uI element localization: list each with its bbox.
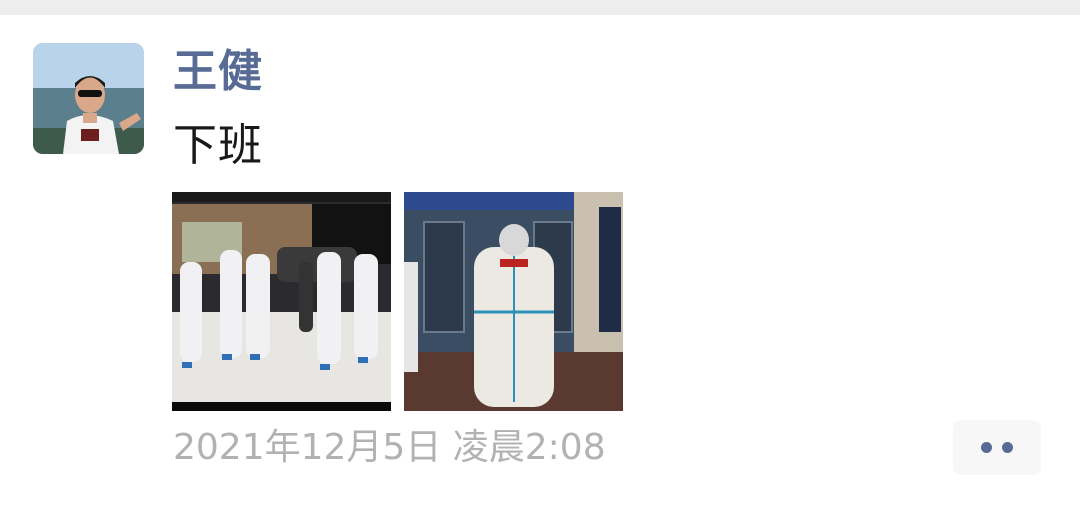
- avatar-image: [33, 43, 144, 154]
- avatar[interactable]: [33, 43, 144, 154]
- more-actions-button[interactable]: [953, 420, 1041, 475]
- post-photo-1[interactable]: [172, 192, 391, 411]
- username[interactable]: 王健: [173, 42, 263, 102]
- photo-image: [172, 192, 391, 411]
- more-dot-icon: [981, 442, 992, 453]
- photo-image: [404, 192, 623, 411]
- post-photo-2[interactable]: [404, 192, 623, 411]
- post-text: 下班: [173, 120, 263, 171]
- more-dot-icon: [1002, 442, 1013, 453]
- top-divider-strip: [0, 0, 1080, 15]
- post-timestamp: 2021年12月5日 凌晨2:08: [173, 427, 606, 468]
